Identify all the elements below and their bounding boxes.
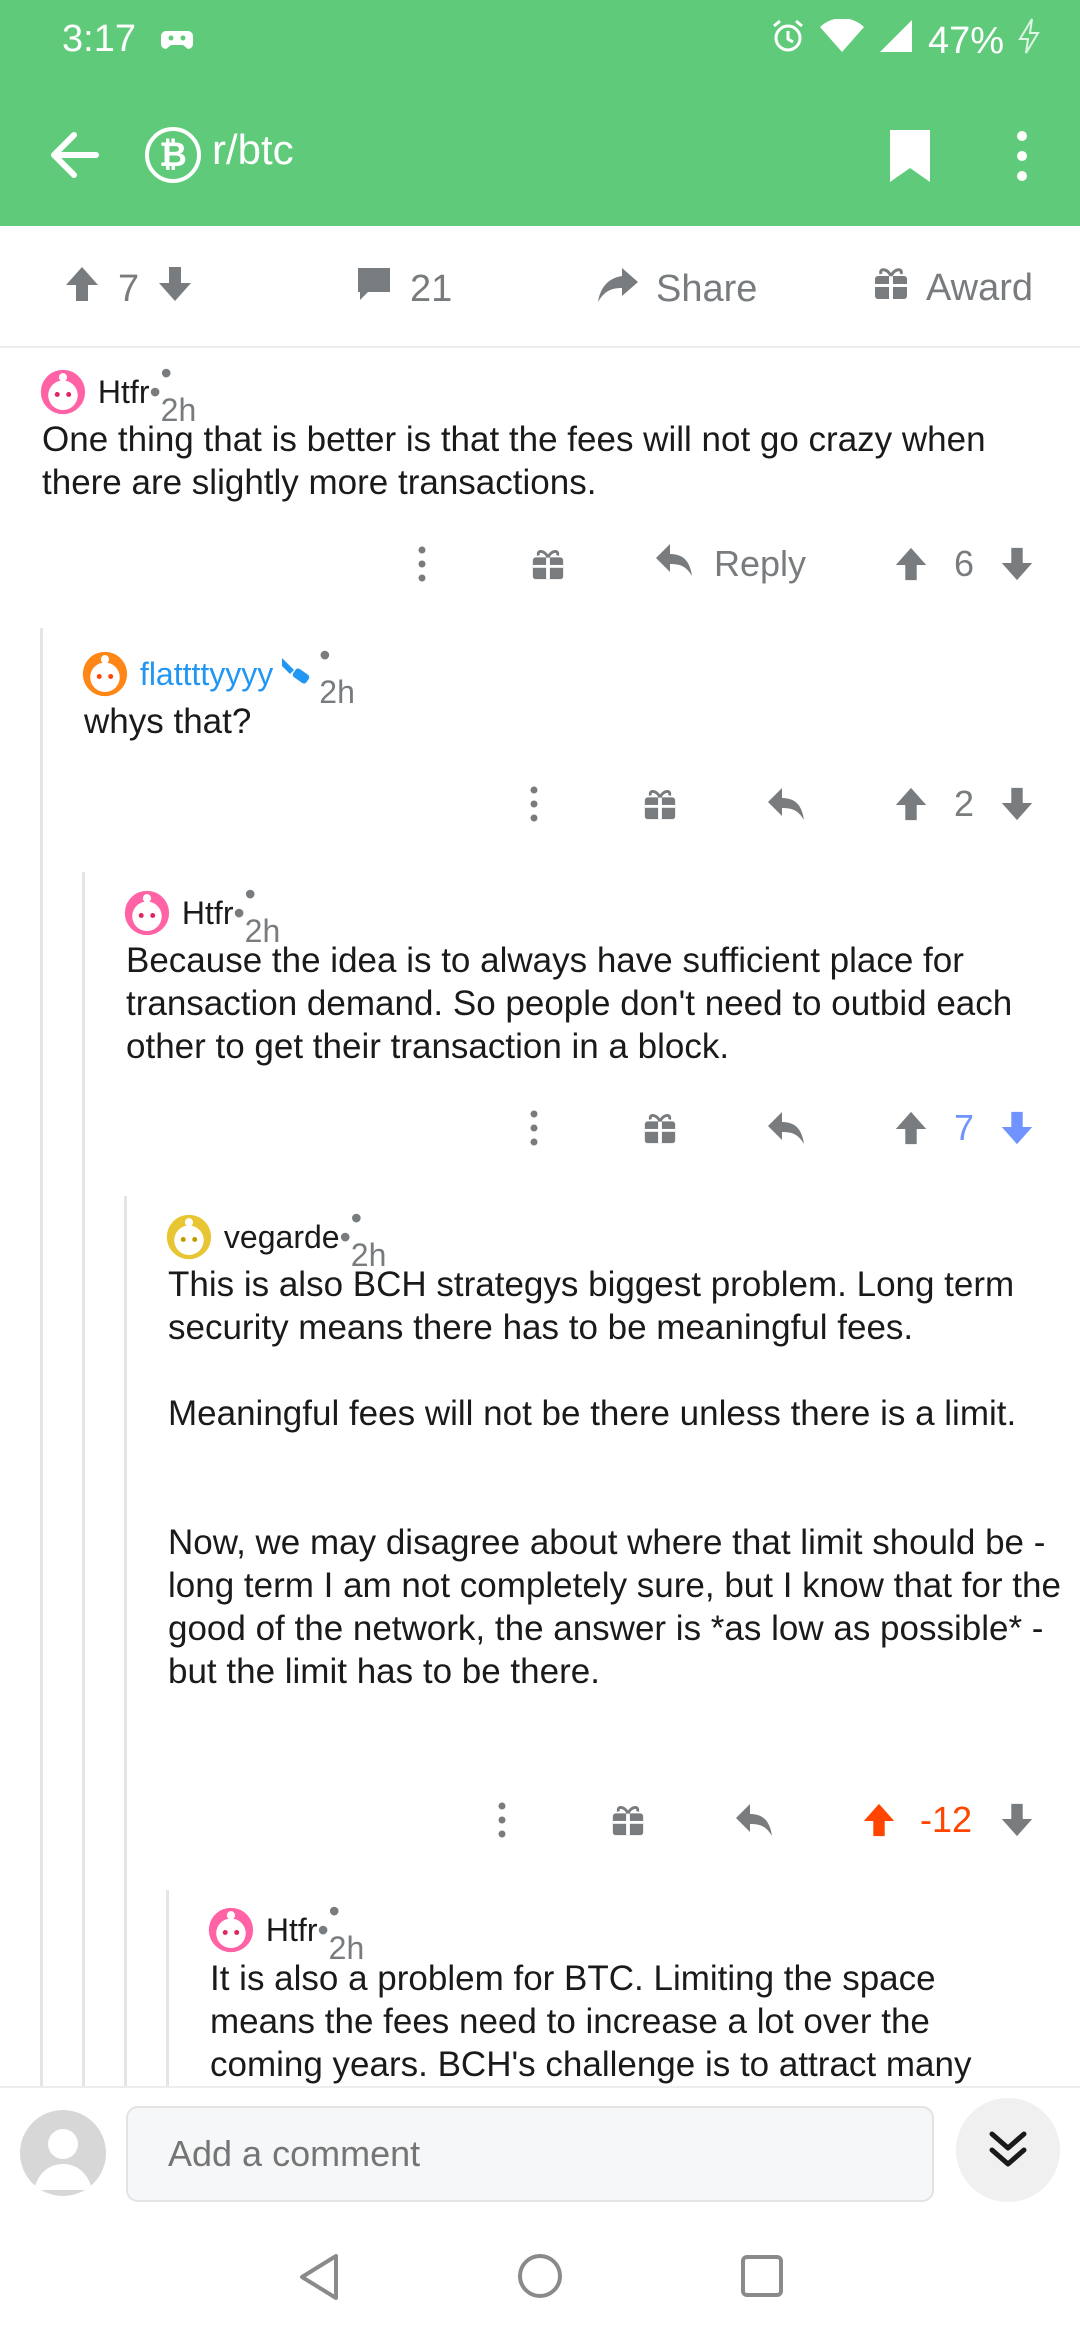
downvote-arrow-icon[interactable] bbox=[998, 774, 1036, 834]
bookmark-icon[interactable] bbox=[888, 128, 932, 184]
separator: • bbox=[233, 894, 245, 931]
share-arrow-icon bbox=[596, 264, 640, 314]
downvote-arrow-icon[interactable] bbox=[998, 1790, 1036, 1850]
gift-icon bbox=[872, 264, 910, 312]
separator: • bbox=[339, 1218, 351, 1255]
comment-body: This is also BCH strategys biggest probl… bbox=[168, 1265, 1061, 1691]
upvote-arrow-icon[interactable] bbox=[62, 264, 102, 314]
add-comment-input[interactable] bbox=[126, 2106, 934, 2202]
comment-body: whys that? bbox=[84, 702, 252, 741]
upvote-arrow-icon[interactable] bbox=[860, 1790, 898, 1850]
timestamp: • 2h bbox=[328, 1893, 365, 1966]
comment-meta: Htfr • • 2h bbox=[208, 1893, 374, 1967]
comment-score: 2 bbox=[954, 783, 975, 824]
gift-icon[interactable] bbox=[610, 1790, 646, 1850]
status-bar: 3:17 47% bbox=[0, 0, 1080, 80]
subreddit-icon[interactable]: ₿ bbox=[145, 127, 201, 183]
reply-arrow-icon[interactable] bbox=[766, 1098, 806, 1158]
nav-home-icon[interactable] bbox=[516, 2252, 564, 2305]
more-options-icon[interactable] bbox=[522, 774, 546, 834]
game-controller-icon bbox=[160, 22, 194, 65]
reply-arrow-icon[interactable] bbox=[734, 1790, 774, 1850]
comment-body: It is also a problem for BTC. Limiting t… bbox=[210, 1959, 972, 2084]
status-time: 3:17 bbox=[62, 18, 136, 60]
share-button[interactable]: Share bbox=[596, 264, 757, 314]
award-button[interactable]: Award bbox=[872, 264, 1033, 312]
reply-arrow-icon bbox=[654, 542, 694, 587]
battery-text: 47% bbox=[927, 19, 1004, 62]
comment-body: Because the idea is to always have suffi… bbox=[126, 941, 1022, 1066]
signal-icon bbox=[878, 18, 914, 64]
username[interactable]: flattttyyyy bbox=[140, 656, 273, 693]
comment-score: 6 bbox=[954, 543, 975, 584]
more-options-icon[interactable] bbox=[1010, 126, 1034, 186]
award-label: Award bbox=[926, 266, 1034, 309]
comment-score: 7 bbox=[954, 1107, 975, 1148]
expand-chevron-icon[interactable] bbox=[956, 2098, 1060, 2202]
username[interactable]: Htfr bbox=[98, 374, 150, 411]
system-nav-bar bbox=[0, 2216, 1080, 2340]
wifi-icon bbox=[819, 18, 864, 63]
upvote-arrow-icon[interactable] bbox=[892, 534, 930, 594]
gift-icon[interactable] bbox=[642, 774, 678, 834]
avatar[interactable] bbox=[124, 885, 170, 941]
comment-actions: Reply 6 bbox=[0, 534, 1080, 594]
comment-bubble-icon bbox=[354, 264, 394, 314]
reply-arrow-icon[interactable] bbox=[766, 774, 806, 834]
thread-line-level-1[interactable] bbox=[40, 628, 43, 2086]
more-options-icon[interactable] bbox=[522, 1098, 546, 1158]
post-vote-group: 7 bbox=[62, 264, 195, 314]
post-score: 7 bbox=[118, 267, 140, 310]
comment-count: 21 bbox=[410, 267, 453, 310]
app-header: 3:17 47% ₿ r/btc bbox=[0, 0, 1080, 226]
back-arrow-icon[interactable] bbox=[40, 120, 110, 190]
reply-label: Reply bbox=[714, 543, 807, 584]
downvote-arrow-icon[interactable] bbox=[998, 1098, 1036, 1158]
comment-body: One thing that is better is that the fee… bbox=[42, 420, 996, 502]
reply-button[interactable]: Reply bbox=[654, 534, 806, 594]
avatar[interactable] bbox=[40, 364, 86, 420]
nav-back-icon[interactable] bbox=[296, 2252, 342, 2307]
crypto-flair-icon bbox=[279, 655, 313, 693]
share-label: Share bbox=[656, 267, 758, 310]
comment-actions: 7 bbox=[0, 1098, 1080, 1158]
comment-actions: 2 bbox=[0, 774, 1080, 834]
subreddit-name[interactable]: r/btc bbox=[212, 126, 294, 174]
gift-icon[interactable] bbox=[642, 1098, 678, 1158]
post-action-bar: 7 21 Share Award bbox=[0, 226, 1080, 348]
nav-recents-icon[interactable] bbox=[740, 2254, 784, 2303]
username[interactable]: Htfr bbox=[266, 1912, 318, 1949]
downvote-arrow-icon[interactable] bbox=[155, 264, 195, 314]
upvote-arrow-icon[interactable] bbox=[892, 774, 930, 834]
avatar[interactable] bbox=[166, 1209, 212, 1265]
comment-composer bbox=[0, 2086, 1080, 2216]
username[interactable]: vegarde bbox=[224, 1219, 340, 1256]
separator: • bbox=[317, 1911, 329, 1948]
thread-line-level-2[interactable] bbox=[82, 872, 85, 2086]
comment-actions: -12 bbox=[0, 1790, 1080, 1850]
alarm-icon bbox=[770, 18, 806, 64]
avatar[interactable] bbox=[208, 1902, 254, 1958]
comment-score: -12 bbox=[920, 1799, 973, 1840]
charging-icon bbox=[1018, 18, 1040, 64]
user-avatar-icon[interactable] bbox=[20, 2110, 106, 2196]
separator: • bbox=[149, 373, 161, 410]
downvote-arrow-icon[interactable] bbox=[998, 534, 1036, 594]
comments-button[interactable]: 21 bbox=[354, 264, 452, 314]
more-options-icon[interactable] bbox=[410, 534, 434, 594]
username[interactable]: Htfr bbox=[182, 895, 234, 932]
toolbar: ₿ r/btc bbox=[0, 100, 1080, 210]
thread-line-level-3[interactable] bbox=[124, 1196, 127, 2086]
gift-icon[interactable] bbox=[530, 534, 566, 594]
avatar[interactable] bbox=[82, 646, 128, 702]
more-options-icon[interactable] bbox=[490, 1790, 514, 1850]
upvote-arrow-icon[interactable] bbox=[892, 1098, 930, 1158]
thread-line-level-4[interactable] bbox=[166, 1890, 169, 2086]
